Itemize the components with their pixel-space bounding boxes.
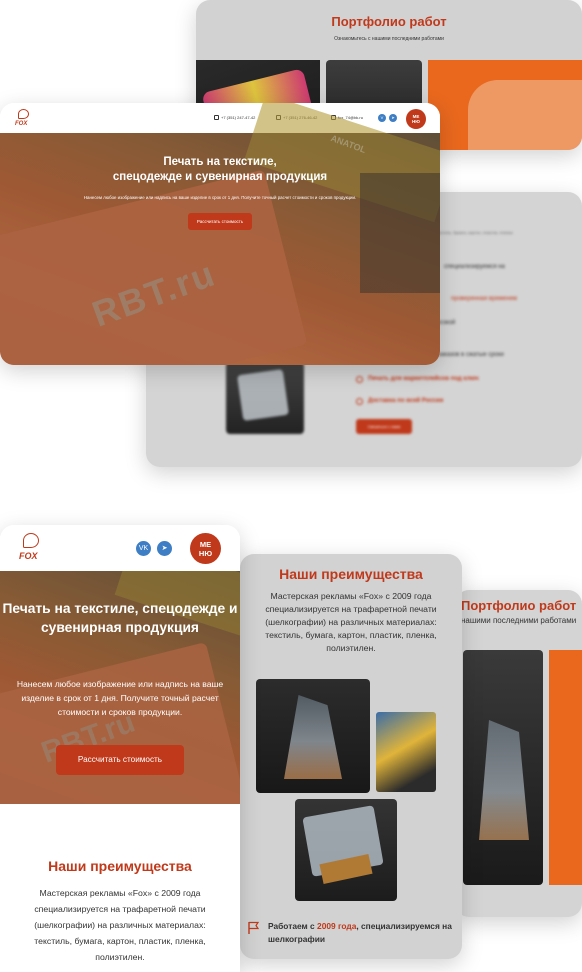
delivery-icon: [356, 398, 363, 405]
calculate-cost-button[interactable]: Рассчитать стоимость: [56, 745, 184, 775]
advantages-title: Наши преимущества: [279, 566, 423, 582]
fox-logo[interactable]: FOX: [14, 109, 34, 129]
phone-1[interactable]: +7 (351) 247-47-42: [214, 115, 255, 121]
telegram-icon[interactable]: ➤: [157, 541, 172, 556]
mobile-hero-banner: RBT.ru Печать на текстиле, спецодежде и …: [0, 571, 240, 804]
advantages-line: специализируемся на: [444, 264, 505, 270]
flag-icon: [248, 921, 260, 934]
menu-button[interactable]: МЕ НЮ: [190, 533, 221, 564]
logo-text: FOX: [15, 121, 28, 127]
advantages-marketplace: Печать для маркетплейсов под ключ: [368, 376, 479, 382]
portfolio-image-trophy[interactable]: [463, 650, 543, 885]
advantages-text: Мастерская рекламы «Fox» с 2009 года спе…: [34, 888, 206, 962]
advantages-delivery: Доставка по всей России: [368, 398, 444, 404]
vk-icon[interactable]: V: [378, 114, 386, 122]
advantages-photo: [226, 362, 304, 434]
vk-icon[interactable]: VK: [136, 541, 151, 556]
hero-subtitle: Нанесем любое изображение или надпись на…: [83, 195, 357, 200]
advantages-image-workshop: [376, 712, 436, 792]
logo-text: FOX: [19, 551, 38, 561]
desktop-hero-banner: RBT.ru ANATOL Печать на текстиле, спецод…: [0, 103, 440, 365]
mobile-portfolio-section: Портфолио работ нашими последними работа…: [455, 590, 582, 917]
contact-button[interactable]: Связаться с нами: [356, 419, 412, 434]
portfolio-subtitle: Ознакомьтесь с нашими последними работам…: [334, 36, 444, 42]
hero-subtitle: Нанесем любое изображение или надпись на…: [16, 679, 224, 717]
desktop-hero-card: FOX +7 (351) 247-47-42 +7 (351) 276-46-4…: [0, 103, 440, 365]
portfolio-image-orange[interactable]: [549, 650, 582, 885]
fox-icon: [18, 109, 29, 119]
mobile-header: FOX VK ➤ МЕ НЮ: [0, 525, 240, 571]
menu-button[interactable]: МЕ НЮ: [406, 109, 426, 129]
mobile-hero-card: FOX VK ➤ МЕ НЮ RBT.ru Печать на текстиле…: [0, 525, 240, 972]
portfolio-image-orange[interactable]: [428, 60, 582, 150]
hero-title: Печать на текстиле, спецодежде и сувенир…: [2, 601, 238, 635]
advantages-image-film: [295, 799, 397, 901]
advantages-text: Мастерская рекламы «Fox» с 2009 года спе…: [265, 591, 437, 653]
advantages-line: заказов в сжатые сроки: [438, 352, 504, 358]
hero-title: Печать на текстиле, спецодежде и сувенир…: [112, 156, 328, 183]
fox-logo[interactable]: FOX: [18, 533, 44, 565]
portfolio-title: Портфолио работ: [331, 14, 447, 29]
showcase-stage: Портфолио работ Ознакомьтесь с нашими по…: [0, 0, 582, 972]
telegram-icon[interactable]: ➤: [389, 114, 397, 122]
calculate-cost-button[interactable]: Рассчитать стоимость: [188, 213, 252, 230]
mobile-advantages-card: Наши преимущества Мастерская рекламы «Fo…: [240, 554, 462, 959]
advantages-title: Наши преимущества: [48, 858, 192, 874]
portfolio-subtitle: нашими последними работами: [461, 616, 577, 625]
advantages-line: проверенная временем: [451, 296, 518, 302]
marketplace-icon: [356, 376, 363, 383]
phone-icon: [214, 115, 219, 121]
portfolio-title: Портфолио работ: [461, 598, 577, 613]
advantages-image-trophy: [256, 679, 370, 793]
feature-since-2009: Работаем с 2009 года, специализируемся н…: [268, 921, 452, 944]
fox-icon: [23, 533, 39, 548]
